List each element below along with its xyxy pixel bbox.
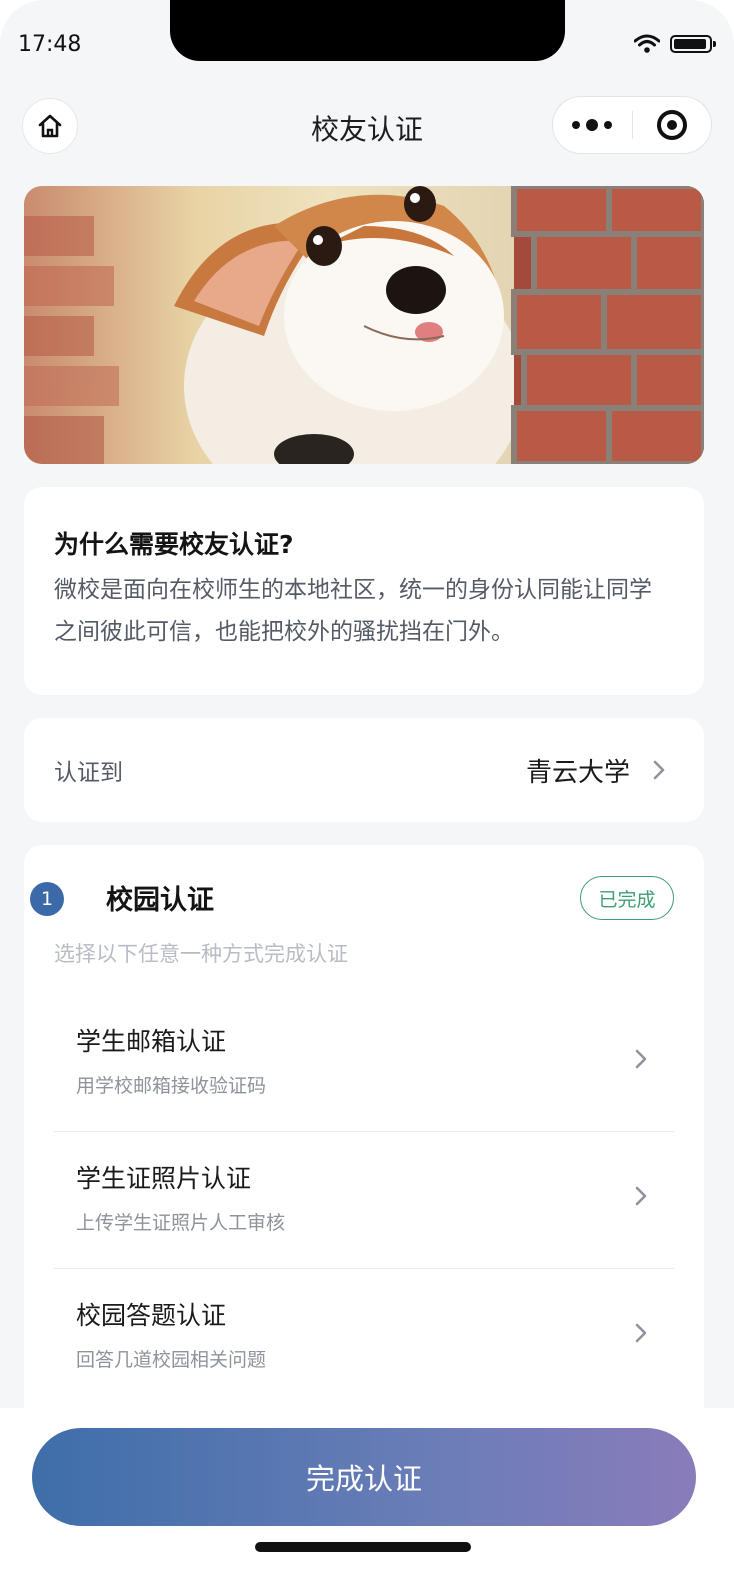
- more-dots-icon-right: [604, 121, 613, 129]
- school-row-value-group: 青云大学: [526, 752, 666, 789]
- school-selector-row[interactable]: 认证到 青云大学: [24, 718, 704, 822]
- campus-verify-subtitle: 选择以下任意一种方式完成认证: [54, 942, 348, 966]
- why-verify-body: 微校是面向在校师生的本地社区，统一的身份认同能让同学之间彼此可信，也能把校外的骚…: [54, 577, 652, 645]
- more-dots-icon-center: [586, 119, 599, 131]
- target-close-icon: [656, 110, 687, 140]
- phone-screen: 17:48 校友认证 为什么需要校友认证? 微校是面向在校师生的本地社区，统一的…: [0, 0, 734, 1588]
- method-title: 校园答题认证: [76, 1301, 227, 1330]
- notch: [170, 0, 565, 61]
- status-icons: [634, 34, 716, 54]
- why-verify-card: 为什么需要校友认证? 微校是面向在校师生的本地社区，统一的身份认同能让同学之间彼…: [24, 487, 704, 695]
- method-student-card-photo[interactable]: 学生证照片认证 上传学生证照片人工审核: [54, 1131, 674, 1269]
- method-title: 学生证照片认证: [76, 1164, 252, 1193]
- battery-icon: [670, 35, 716, 53]
- chevron-right-icon: [635, 1186, 647, 1206]
- home-indicator: [255, 1542, 471, 1552]
- chevron-right-icon: [635, 1323, 647, 1343]
- chevron-right-icon: [653, 760, 665, 780]
- banner-image: [24, 186, 704, 464]
- why-verify-title: 为什么需要校友认证?: [54, 530, 294, 559]
- campus-verify-title: 校园认证: [106, 885, 214, 916]
- status-time: 17:48: [18, 32, 82, 57]
- method-campus-quiz[interactable]: 校园答题认证 回答几道校园相关问题: [54, 1268, 674, 1405]
- close-button[interactable]: [633, 110, 712, 140]
- status-badge: 已完成: [580, 876, 674, 920]
- method-title: 学生邮箱认证: [76, 1027, 227, 1056]
- method-subtitle: 回答几道校园相关问题: [76, 1349, 267, 1371]
- method-subtitle: 用学校邮箱接收验证码: [76, 1075, 267, 1097]
- chevron-right-icon: [635, 1049, 647, 1069]
- more-dots-icon: [572, 121, 581, 129]
- complete-verification-button[interactable]: 完成认证: [32, 1428, 696, 1526]
- school-row-label: 认证到: [54, 760, 123, 786]
- step-number-badge: 1: [30, 882, 64, 916]
- mini-program-capsule: [552, 96, 712, 154]
- wifi-icon: [634, 34, 660, 53]
- school-name: 青云大学: [525, 757, 630, 788]
- more-button[interactable]: [553, 119, 632, 131]
- method-student-email[interactable]: 学生邮箱认证 用学校邮箱接收验证码: [54, 994, 674, 1132]
- method-subtitle: 上传学生证照片人工审核: [76, 1212, 286, 1234]
